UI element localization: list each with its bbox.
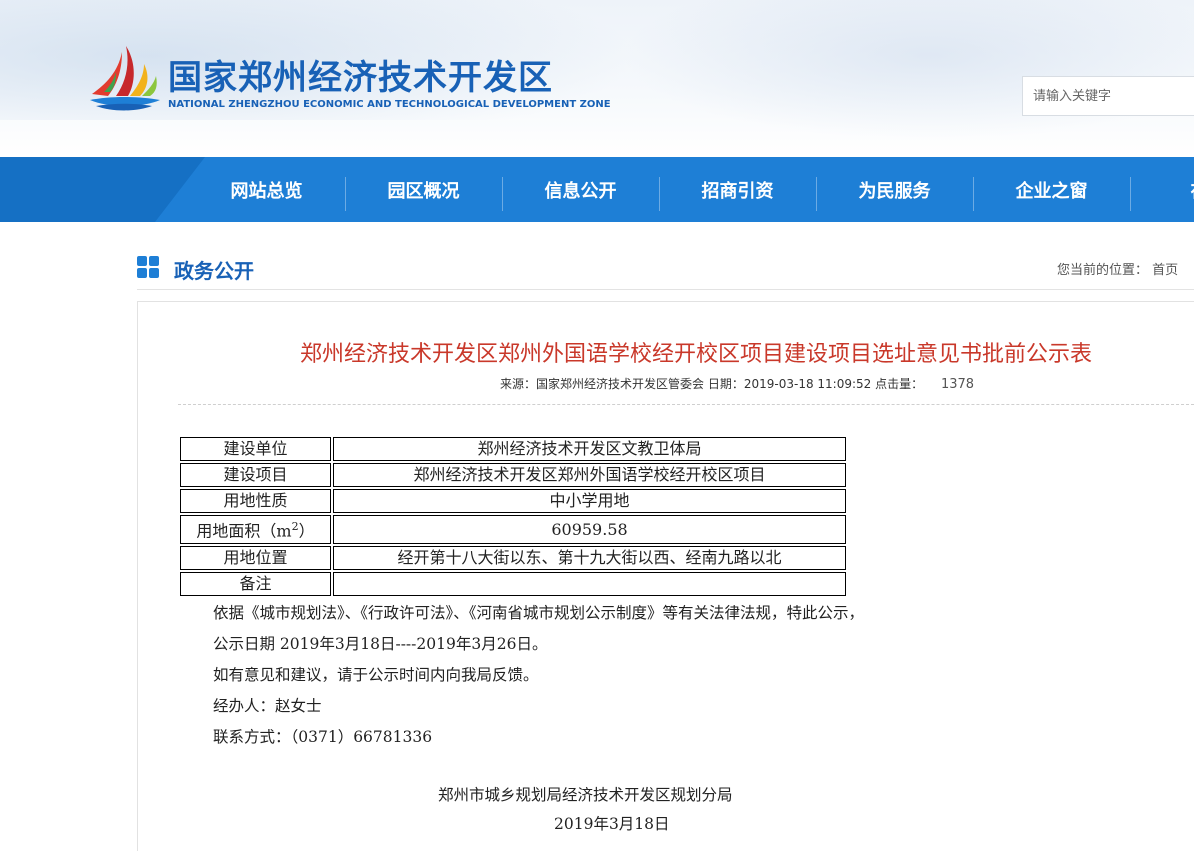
paragraph: 经办人：赵女士	[213, 697, 322, 715]
table-cell-key: 用地面积（m2）	[180, 515, 331, 544]
nav-item-investment[interactable]: 招商引资	[659, 157, 816, 222]
article-title: 郑州经济技术开发区郑州外国语学校经开校区项目建设项目选址意见书批前公示表	[300, 342, 1093, 367]
meta-clicks: 1378	[940, 377, 975, 392]
meta-source: 来源：国家郑州经济技术开发区管委会	[500, 377, 705, 391]
site-header: 国家郑州经济技术开发区 NATIONAL ZHENGZHOU ECONOMIC …	[0, 0, 1194, 157]
table-cell-value: 60959.58	[333, 515, 846, 544]
meta-date: 日期：2019-03-18 11:09:52	[707, 377, 872, 391]
breadcrumb: 您当前的位置： 首页	[1057, 259, 1178, 278]
paragraph: 依据《城市规划法》、《行政许可法》、《河南省城市规划公示制度》等有关法律法规，特…	[213, 604, 865, 622]
page: 国家郑州经济技术开发区 NATIONAL ZHENGZHOU ECONOMIC …	[0, 0, 1194, 851]
area-key-suffix: ）	[298, 521, 315, 541]
info-table: 建设单位 郑州经济技术开发区文教卫体局 建设项目 郑州经济技术开发区郑州外国语学…	[178, 435, 848, 598]
table-cell-key: 建设单位	[180, 437, 331, 461]
table-cell-key: 建设项目	[180, 463, 331, 487]
nav-item-enterprise[interactable]: 企业之窗	[973, 157, 1130, 222]
meta-clicks-label: 点击量：	[875, 377, 924, 391]
signature-org: 郑州市城乡规划局经济技术开发区规划分局	[438, 786, 733, 804]
table-cell-value: 经开第十八大街以东、第十九大街以西、经南九路以北	[333, 546, 846, 570]
nav-item-info-disclosure[interactable]: 信息公开	[502, 157, 659, 222]
section-title: 政务公开	[174, 259, 254, 283]
table-row: 用地性质 中小学用地	[180, 489, 846, 513]
article-meta: 来源：国家郑州经济技术开发区管委会 日期：2019-03-18 11:09:52…	[500, 375, 974, 392]
paragraph: 公示日期 2019年3月18日----2019年3月26日。	[213, 635, 548, 653]
table-cell-key: 用地位置	[180, 546, 331, 570]
nav-item-overview[interactable]: 网站总览	[188, 157, 345, 222]
table-row: 建设项目 郑州经济技术开发区郑州外国语学校经开校区项目	[180, 463, 846, 487]
table-row: 备注	[180, 572, 846, 596]
breadcrumb-label: 您当前的位置：	[1057, 263, 1149, 278]
section-divider	[137, 289, 1194, 290]
dashed-divider	[178, 404, 1194, 405]
nav-item-public-service[interactable]: 为民服务	[816, 157, 973, 222]
main-nav: 网站总览 园区概况 信息公开 招商引资 为民服务 企业之窗 在线	[0, 157, 1194, 222]
article-body: 依据《城市规划法》、《行政许可法》、《河南省城市规划公示制度》等有关法律法规，特…	[213, 598, 864, 753]
table-row: 建设单位 郑州经济技术开发区文教卫体局	[180, 437, 846, 461]
area-key-sup: 2	[291, 520, 299, 534]
table-cell-value	[333, 572, 846, 596]
grid-icon	[137, 256, 159, 278]
table-cell-value: 郑州经济技术开发区郑州外国语学校经开校区项目	[333, 463, 846, 487]
table-row: 用地位置 经开第十八大街以东、第十九大街以西、经南九路以北	[180, 546, 846, 570]
nav-decoration	[0, 157, 205, 222]
table-cell-key: 备注	[180, 572, 331, 596]
site-subtitle: NATIONAL ZHENGZHOU ECONOMIC AND TECHNOLO…	[168, 99, 611, 110]
search-box[interactable]	[1022, 76, 1194, 116]
search-input[interactable]	[1023, 77, 1194, 115]
nav-item-online[interactable]: 在线	[1130, 157, 1194, 222]
paragraph: 如有意见和建议，请于公示时间内向我局反馈。	[213, 666, 539, 684]
table-cell-value: 中小学用地	[333, 489, 846, 513]
signature-date: 2019年3月18日	[554, 815, 670, 833]
breadcrumb-home-link[interactable]: 首页	[1152, 263, 1178, 278]
sailboat-logo-icon[interactable]	[86, 42, 162, 116]
table-cell-value: 郑州经济技术开发区文教卫体局	[333, 437, 846, 461]
nav-item-park-profile[interactable]: 园区概况	[345, 157, 502, 222]
table-row: 用地面积（m2） 60959.58	[180, 515, 846, 544]
table-cell-key: 用地性质	[180, 489, 331, 513]
paragraph: 联系方式：（0371）66781336	[213, 728, 433, 746]
signature-block: 郑州市城乡规划局经济技术开发区规划分局 2019年3月18日	[438, 781, 788, 839]
area-key-text: 用地面积（m	[196, 521, 292, 541]
site-title[interactable]: 国家郑州经济技术开发区	[168, 50, 553, 99]
